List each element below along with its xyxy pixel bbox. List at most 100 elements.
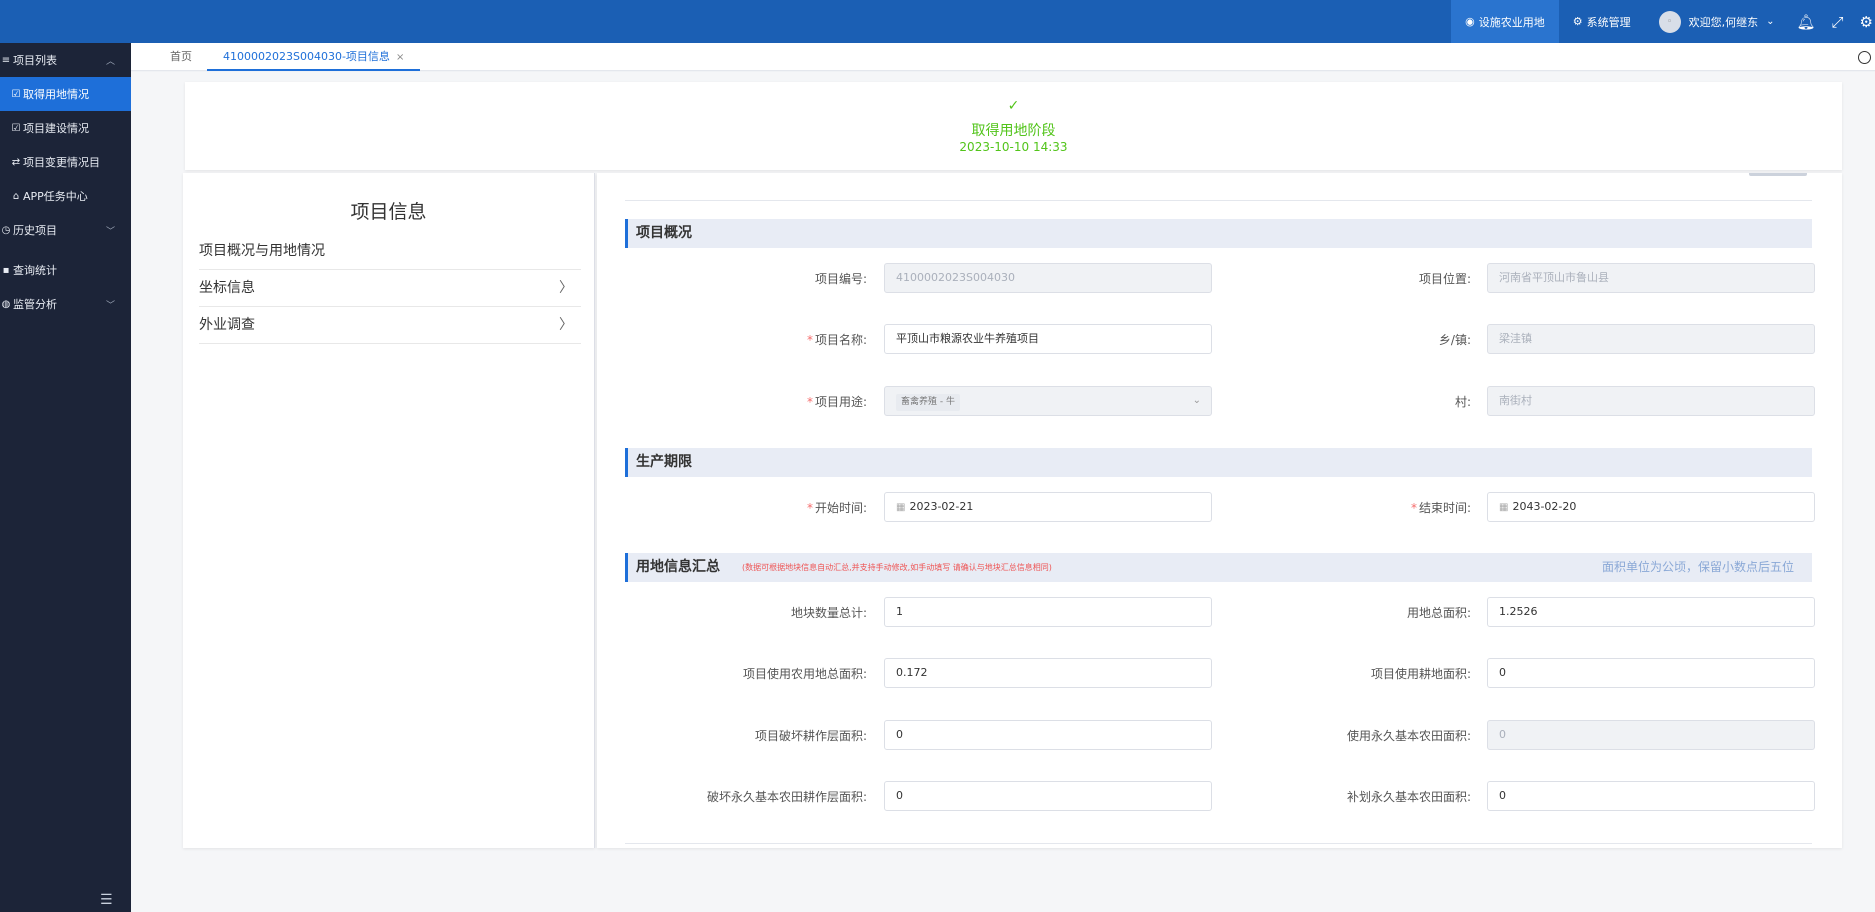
- start-date-value: 2023-02-21: [909, 500, 974, 513]
- checkbox-icon: ☑: [11, 122, 21, 134]
- divider: [625, 843, 1812, 844]
- label-perm-damaged-area: 破坏永久基本农田耕作层面积:: [706, 790, 867, 804]
- top-bar-actions: ◉ 设施农业用地 ⚙ 系统管理 ◦ 欢迎您,何继东 ⌄ 🔔︎ ⤢ ⚙: [1451, 0, 1875, 43]
- label-village: 村:: [1454, 395, 1471, 409]
- perm-basic-area-input[interactable]: 0: [1487, 720, 1815, 750]
- end-date-value: 2043-02-20: [1512, 500, 1577, 513]
- collapse-menu-icon[interactable]: ☰: [100, 892, 113, 908]
- chart-icon: ▪: [2, 264, 10, 276]
- sidebar-item-history[interactable]: ◷ 历史项目 ﹀: [0, 213, 131, 247]
- project-form: 项目概况 项目编号: 4100002023S004030 项目位置: 河南省平顶…: [597, 173, 1842, 848]
- supplement-area-input[interactable]: 0: [1487, 781, 1815, 811]
- town-input[interactable]: 梁洼镇: [1487, 324, 1815, 354]
- perm-damaged-area-input[interactable]: 0: [884, 781, 1212, 811]
- refresh-icon[interactable]: [1858, 51, 1871, 64]
- sidebar-item-analysis[interactable]: ◍ 监管分析 ﹀: [0, 287, 131, 321]
- label-damaged-area: 项目破坏耕作层面积:: [754, 729, 867, 743]
- analysis-icon: ◍: [1, 298, 11, 310]
- module-menu-system[interactable]: ⚙ 系统管理: [1559, 0, 1645, 43]
- toolbar-button[interactable]: [1749, 173, 1807, 176]
- unit-hint: 面积单位为公顷，保留小数点后五位: [1601, 560, 1794, 574]
- start-date-picker[interactable]: ▦ 2023-02-21: [884, 492, 1212, 522]
- usage-select[interactable]: 畜禽养殖 - 牛 ⌄: [884, 386, 1212, 416]
- stage-time: 2023-10-10 14:33: [959, 140, 1068, 154]
- sidebar: ≡ 项目列表 ︿ ☑ 取得用地情况 ☑ 项目建设情况 ⇄ 项目变更情况目 ⌂ A…: [0, 43, 131, 912]
- section-header-overview: 项目概况: [625, 219, 1812, 248]
- section-title: 生产期限: [636, 454, 692, 470]
- sidebar-item-project-list[interactable]: ≡ 项目列表 ︿: [0, 43, 131, 77]
- module-label: 设施农业用地: [1478, 15, 1545, 29]
- section-title: 用地信息汇总: [636, 559, 720, 575]
- user-menu[interactable]: ◦ 欢迎您,何继东 ⌄: [1645, 0, 1789, 43]
- calendar-icon: ▦: [1499, 502, 1509, 513]
- chevron-right-icon: 〉: [559, 317, 573, 333]
- tab-home[interactable]: 首页: [170, 43, 192, 71]
- gears-icon: ⚙: [1572, 15, 1583, 28]
- avatar: ◦: [1658, 10, 1681, 33]
- sidebar-item-label: APP任务中心: [23, 190, 88, 203]
- sidebar-item-changes[interactable]: ⇄ 项目变更情况目: [0, 145, 131, 179]
- nav-item-field-survey[interactable]: 外业调查 〉: [199, 307, 581, 344]
- checkbox-icon: ☑: [11, 88, 21, 100]
- total-area-input[interactable]: 1.2526: [1487, 597, 1815, 627]
- sidebar-item-label: 历史项目: [13, 224, 57, 237]
- label-project-name: * 项目名称:: [806, 333, 867, 347]
- calendar-icon: ▦: [896, 502, 906, 513]
- agri-area-input[interactable]: 0.172: [884, 658, 1212, 688]
- nav-item-coordinates[interactable]: 坐标信息 〉: [199, 270, 581, 307]
- check-icon: ✓: [1007, 98, 1020, 114]
- swap-icon: ⇄: [11, 156, 21, 168]
- village-input[interactable]: 南街村: [1487, 386, 1815, 416]
- system-label: 系统管理: [1586, 15, 1631, 29]
- label-location: 项目位置:: [1418, 272, 1471, 286]
- top-bar: ◉ 设施农业用地 ⚙ 系统管理 ◦ 欢迎您,何继东 ⌄ 🔔︎ ⤢ ⚙: [0, 0, 1875, 43]
- end-date-picker[interactable]: ▦ 2043-02-20: [1487, 492, 1815, 522]
- label-agri-area: 项目使用农用地总面积:: [742, 667, 867, 681]
- section-title: 项目概况: [636, 225, 692, 241]
- chevron-right-icon: 〉: [559, 280, 573, 296]
- section-note: (数据可根据地块信息自动汇总,并支持手动修改,如手动填写 请确认与地块汇总信息相…: [742, 563, 1052, 572]
- section-header-land-summary: 用地信息汇总 (数据可根据地块信息自动汇总,并支持手动修改,如手动填写 请确认与…: [625, 553, 1812, 582]
- chevron-down-icon: ﹀: [105, 301, 115, 311]
- nav-item-label: 坐标信息: [199, 280, 255, 296]
- chevron-down-icon: ⌄: [1766, 16, 1775, 27]
- fullscreen-icon[interactable]: ⤢: [1824, 13, 1852, 31]
- cultivated-area-input[interactable]: 0: [1487, 658, 1815, 688]
- stage-title: 取得用地阶段: [971, 123, 1056, 139]
- tab-project-info[interactable]: 4100002023S004030-项目信息 ×: [207, 43, 421, 71]
- bell-icon[interactable]: 🔔︎: [1788, 13, 1823, 31]
- stage-card: ✓ 取得用地阶段 2023-10-10 14:33: [185, 82, 1842, 170]
- chevron-up-icon: ︿: [105, 57, 115, 67]
- sidebar-item-app-tasks[interactable]: ⌂ APP任务中心: [0, 179, 131, 213]
- project-no-input[interactable]: 4100002023S004030: [884, 263, 1212, 293]
- nav-item-label: 项目概况与用地情况: [199, 243, 325, 259]
- bank-icon: ⌂: [12, 190, 20, 202]
- section-header-period: 生产期限: [625, 448, 1812, 477]
- settings-icon[interactable]: ⚙: [1852, 13, 1875, 31]
- label-total-area: 用地总面积:: [1406, 606, 1471, 620]
- damaged-area-input[interactable]: 0: [884, 720, 1212, 750]
- chevron-down-icon: ﹀: [105, 227, 115, 237]
- nav-item-label: 外业调查: [199, 317, 255, 333]
- parcel-count-input[interactable]: 1: [884, 597, 1212, 627]
- label-perm-basic-area: 使用永久基本农田面积:: [1346, 729, 1471, 743]
- sidebar-item-statistics[interactable]: ▪ 查询统计: [0, 253, 131, 287]
- list-icon: ≡: [1, 54, 11, 66]
- usage-tag: 畜禽养殖 - 牛: [896, 394, 960, 411]
- label-parcel-count: 地块数量总计:: [790, 606, 867, 620]
- nav-item-overview[interactable]: 项目概况与用地情况: [199, 233, 581, 270]
- project-name-input[interactable]: 平顶山市粮源农业牛养殖项目: [884, 324, 1212, 354]
- sidebar-item-land-acquisition[interactable]: ☑ 取得用地情况: [0, 77, 131, 111]
- label-end-date: * 结束时间:: [1410, 501, 1471, 515]
- close-icon[interactable]: ×: [396, 52, 404, 63]
- sidebar-item-label: 监管分析: [13, 298, 57, 311]
- divider: [625, 200, 1812, 201]
- module-menu-facility-land[interactable]: ◉ 设施农业用地: [1451, 0, 1559, 43]
- label-town: 乡/镇:: [1438, 333, 1471, 347]
- sidebar-item-label: 项目列表: [13, 54, 57, 67]
- clock-icon: ◷: [1, 224, 11, 236]
- tab-label: 首页: [170, 50, 192, 63]
- location-input[interactable]: 河南省平顶山市鲁山县: [1487, 263, 1815, 293]
- sidebar-item-construction[interactable]: ☑ 项目建设情况: [0, 111, 131, 145]
- sidebar-item-label: 项目建设情况: [23, 122, 89, 135]
